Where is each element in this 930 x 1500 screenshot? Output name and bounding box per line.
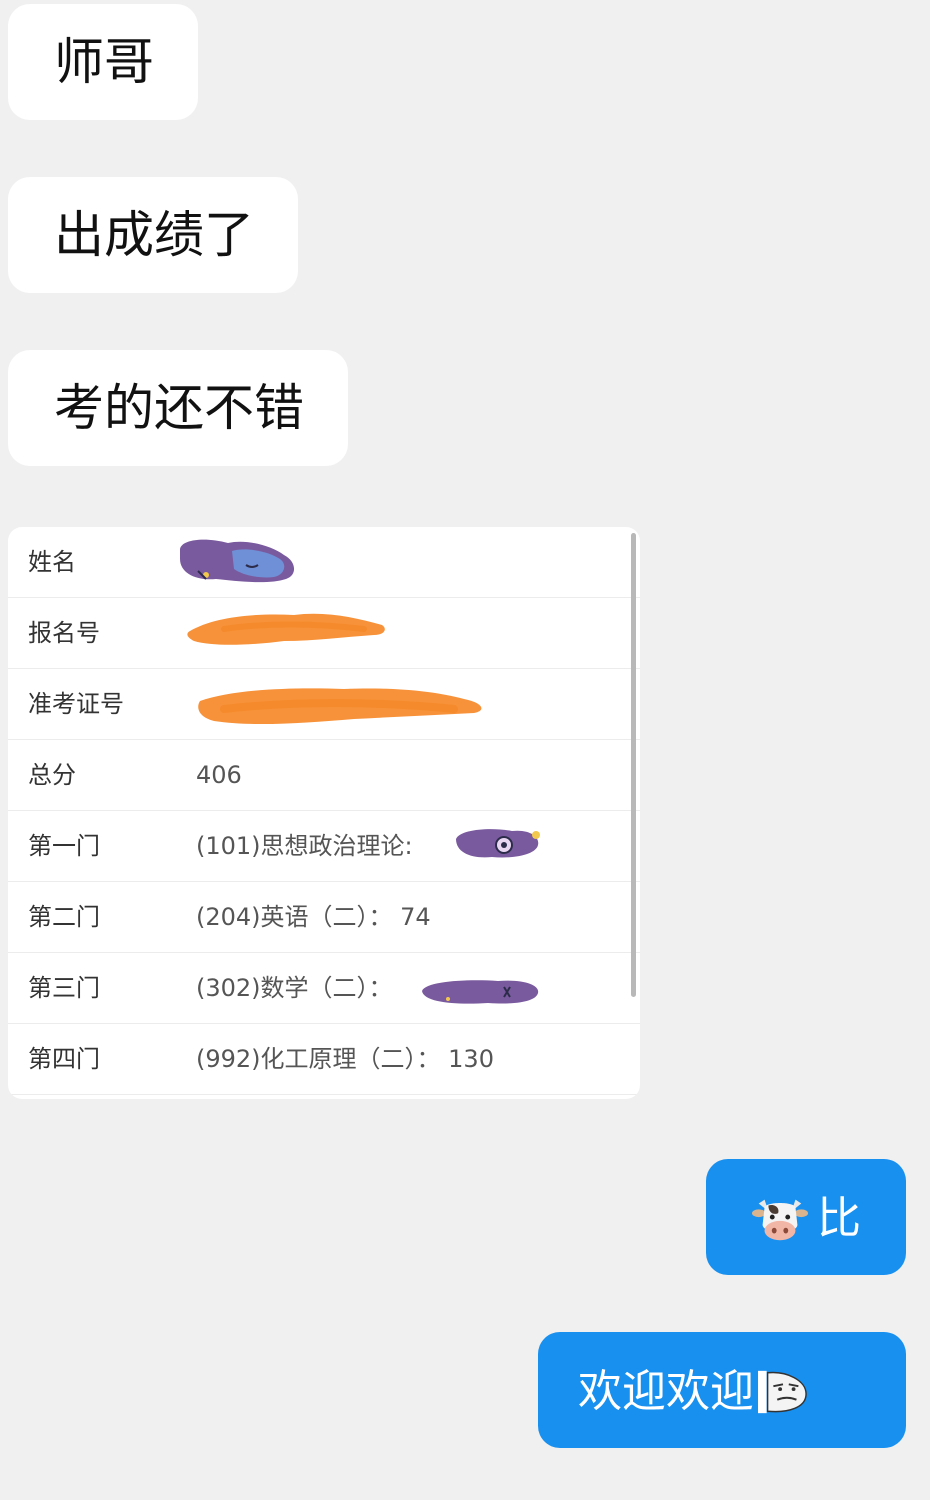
row-label: 第二门: [28, 903, 100, 931]
outgoing-message-bubble[interactable]: 比: [706, 1159, 906, 1275]
incoming-message-bubble[interactable]: 出成绩了: [8, 177, 298, 293]
score-row: 第一门 (101)思想政治理论:: [8, 811, 640, 882]
incoming-message-bubble[interactable]: 师哥: [8, 4, 198, 120]
outgoing-message-bubble[interactable]: 欢迎欢迎: [538, 1332, 906, 1448]
message-text: 比: [817, 1193, 861, 1244]
score-row: 总分 406: [8, 740, 640, 811]
row-label: 报名号: [28, 619, 100, 647]
score-row: 姓名: [8, 527, 640, 598]
row-label: 第三门: [28, 974, 100, 1002]
score-row: 准考证号: [8, 669, 640, 740]
incoming-message-bubble[interactable]: 考的还不错: [8, 350, 348, 466]
score-row: 第二门 (204)英语（二）： 74: [8, 882, 640, 953]
row-value: (302)数学（二）：: [196, 974, 393, 1002]
score-row: 第四门 (992)化工原理（二）： 130: [8, 1024, 640, 1095]
message-text: 师哥: [54, 33, 154, 91]
row-value: (101)思想政治理论:: [196, 832, 413, 860]
row-label: 总分: [28, 761, 76, 789]
row-label: 姓名: [28, 548, 76, 576]
row-label: 第四门: [28, 1045, 100, 1073]
smirk-face-icon: [758, 1370, 807, 1414]
message-text: 出成绩了: [54, 206, 254, 264]
row-label: 第一门: [28, 832, 100, 860]
row-label: 准考证号: [28, 690, 124, 718]
cow-face-icon: [751, 1199, 809, 1241]
row-value: (204)英语（二）： 74: [196, 903, 431, 931]
score-row: 报名号: [8, 598, 640, 669]
score-row: 第三门 (302)数学（二）：: [8, 953, 640, 1024]
row-value: 406: [196, 761, 242, 789]
message-text: 考的还不错: [54, 379, 304, 437]
score-screenshot-image[interactable]: 姓名 报名号 准考证号 总分 406 第一门 (101)思想政治理论: 第二门 …: [8, 527, 640, 1099]
message-text: 欢迎欢迎: [578, 1366, 754, 1417]
row-value: (992)化工原理（二）： 130: [196, 1045, 494, 1073]
scrollbar[interactable]: [631, 533, 636, 997]
